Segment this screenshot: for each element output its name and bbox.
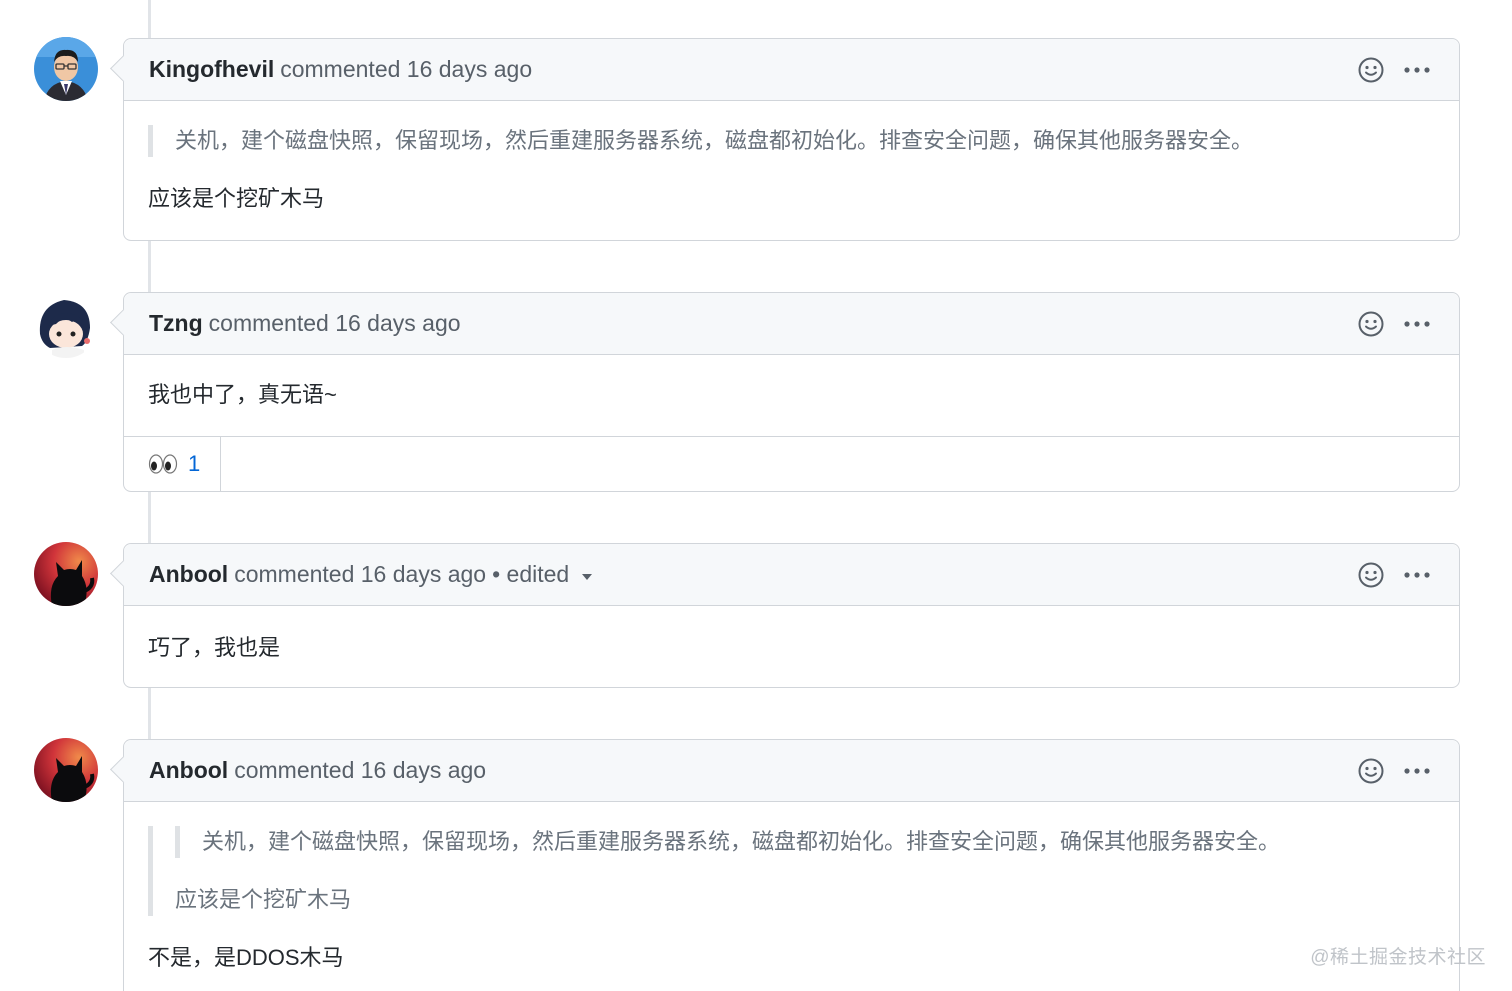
edited-label: • edited	[492, 561, 570, 587]
comment-author[interactable]: Tzng	[149, 310, 203, 337]
kebab-horizontal-icon	[1404, 571, 1430, 578]
smiley-icon	[1358, 758, 1384, 783]
comment-text: 我也中了，真无语~	[148, 382, 337, 407]
comment-text: 巧了，我也是	[148, 635, 281, 660]
comment-text: 不是，是DDOS木马	[148, 945, 344, 970]
comment-header: Anbool commented 16 days ago • edited	[124, 544, 1459, 606]
more-options-button[interactable]	[1403, 65, 1431, 75]
comment-timestamp[interactable]: commented 16 days ago	[280, 56, 532, 83]
comment-timestamp[interactable]: commented 16 days ago	[234, 757, 486, 784]
comment-body: 关机，建个磁盘快照，保留现场，然后重建服务器系统，磁盘都初始化。排查安全问题，确…	[124, 826, 1459, 974]
kebab-horizontal-icon	[1404, 66, 1430, 73]
comment-timestamp[interactable]: commented 16 days ago	[209, 310, 461, 337]
comment-2: Tzng commented 16 days ago 我也中了，真无语~ 1	[123, 292, 1460, 492]
avatar-kingofhevil[interactable]	[34, 37, 98, 101]
comment-1: Kingofhevil commented 16 days ago 关机，建个磁…	[123, 38, 1460, 241]
add-reaction-button[interactable]	[1357, 56, 1385, 84]
comment-text: 应该是个挖矿木马	[148, 186, 325, 211]
edited-dropdown[interactable]: • edited	[492, 561, 593, 588]
comment-author[interactable]: Anbool	[149, 561, 228, 588]
nested-blockquote: 关机，建个磁盘快照，保留现场，然后重建服务器系统，磁盘都初始化。排查安全问题，确…	[175, 826, 1435, 858]
blockquote: 关机，建个磁盘快照，保留现场，然后重建服务器系统，磁盘都初始化。排查安全问题，确…	[148, 826, 1435, 916]
watermark: @稀土掘金技术社区	[1310, 947, 1486, 968]
reaction-eyes-button[interactable]: 1	[124, 437, 221, 491]
comment-body: 巧了，我也是	[124, 606, 1459, 664]
comment-header: Kingofhevil commented 16 days ago	[124, 39, 1459, 101]
avatar-tzng[interactable]	[34, 294, 98, 358]
eyes-emoji-icon	[148, 454, 178, 474]
avatar-anbool[interactable]	[34, 542, 98, 606]
caret-down-icon	[582, 573, 593, 580]
add-reaction-button[interactable]	[1357, 757, 1385, 785]
comment-author[interactable]: Kingofhevil	[149, 56, 274, 83]
kebab-horizontal-icon	[1404, 320, 1430, 327]
portrait-man-avatar-icon	[34, 37, 98, 101]
blockquote: 关机，建个磁盘快照，保留现场，然后重建服务器系统，磁盘都初始化。排查安全问题，确…	[148, 125, 1435, 157]
reaction-count: 1	[188, 451, 201, 476]
black-cat-avatar-icon	[34, 738, 98, 802]
quote-text: 应该是个挖矿木马	[175, 887, 352, 912]
comment-4: Anbool commented 16 days ago 关机，建个磁盘快照，保…	[123, 739, 1460, 991]
more-options-button[interactable]	[1403, 319, 1431, 329]
black-cat-avatar-icon	[34, 542, 98, 606]
smiley-icon	[1358, 311, 1384, 336]
add-reaction-button[interactable]	[1357, 310, 1385, 338]
more-options-button[interactable]	[1403, 570, 1431, 580]
comment-timestamp[interactable]: commented 16 days ago	[234, 561, 486, 588]
comment-body: 关机，建个磁盘快照，保留现场，然后重建服务器系统，磁盘都初始化。排查安全问题，确…	[124, 125, 1459, 215]
comment-header: Anbool commented 16 days ago	[124, 740, 1459, 802]
add-reaction-button[interactable]	[1357, 561, 1385, 589]
avatar-anbool[interactable]	[34, 738, 98, 802]
comment-body: 我也中了，真无语~	[124, 355, 1459, 436]
more-options-button[interactable]	[1403, 766, 1431, 776]
anime-avatar-icon	[34, 294, 98, 358]
comment-author[interactable]: Anbool	[149, 757, 228, 784]
kebab-horizontal-icon	[1404, 767, 1430, 774]
comment-3: Anbool commented 16 days ago • edited 巧了…	[123, 543, 1460, 688]
smiley-icon	[1358, 57, 1384, 82]
smiley-icon	[1358, 562, 1384, 587]
comment-header: Tzng commented 16 days ago	[124, 293, 1459, 355]
reactions-bar: 1	[124, 436, 1459, 491]
